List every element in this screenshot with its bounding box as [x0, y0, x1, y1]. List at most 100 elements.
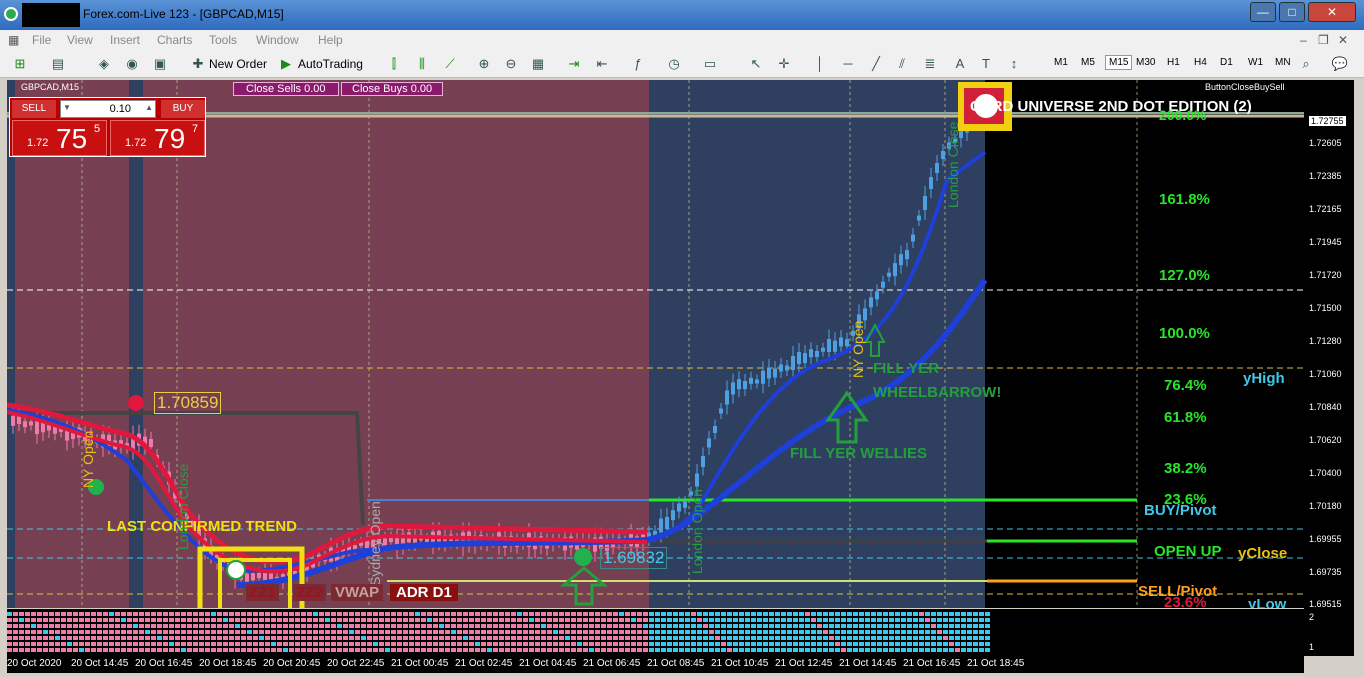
button-close-buy-sell[interactable]: ButtonCloseBuySell: [1205, 82, 1285, 92]
buy-price[interactable]: 1.72 79 7: [110, 120, 205, 156]
timeframe-h1[interactable]: H1: [1167, 57, 1180, 68]
market-watch-icon[interactable]: ◈: [96, 56, 112, 72]
cursor-icon[interactable]: ↖: [748, 56, 764, 72]
menu-insert[interactable]: Insert: [110, 33, 140, 47]
zoom-out-icon[interactable]: ⊖: [503, 56, 519, 72]
indicator-cell: [613, 618, 618, 622]
new-order-button[interactable]: New Order: [209, 54, 267, 74]
timeframe-h4[interactable]: H4: [1194, 57, 1207, 68]
indicator-cell: [79, 630, 84, 634]
buy-button[interactable]: BUY: [161, 100, 205, 118]
menu-view[interactable]: View: [67, 33, 93, 47]
autoscroll-icon[interactable]: ⇥: [566, 56, 582, 72]
menu-tools[interactable]: Tools: [209, 33, 237, 47]
indicator-cell: [115, 624, 120, 628]
indicator-cell: [703, 636, 708, 640]
price-chart[interactable]: GBPCAD,M15 Close Sells 0.00 Close Buys 0…: [7, 80, 1304, 608]
indicator-cell: [793, 648, 798, 652]
timeframe-mn[interactable]: MN: [1275, 57, 1291, 68]
vwap-button[interactable]: VWAP: [331, 584, 384, 601]
child-close-button[interactable]: ✕: [1338, 33, 1348, 47]
timeframe-m30[interactable]: M30: [1136, 57, 1155, 68]
crosshair-icon[interactable]: ✛: [776, 56, 792, 72]
menu-help[interactable]: Help: [318, 33, 343, 47]
indicator-cell: [187, 642, 192, 646]
indicator-cell: [901, 612, 906, 616]
indicator-cell: [709, 618, 714, 622]
close-buys-button[interactable]: Close Buys 0.00: [341, 82, 444, 96]
templates-icon[interactable]: ▭: [702, 56, 718, 72]
lot-size-input[interactable]: ▼ 0.10 ▲: [60, 100, 156, 118]
timeframe-w1[interactable]: W1: [1248, 57, 1263, 68]
indicator-cell: [559, 642, 564, 646]
menu-window[interactable]: Window: [256, 33, 299, 47]
fibonacci-icon[interactable]: ≣: [922, 56, 938, 72]
zz1-button[interactable]: ZZ1: [246, 584, 279, 601]
indicator-cell: [37, 630, 42, 634]
child-restore-button[interactable]: ❐: [1318, 33, 1329, 47]
bar-chart-icon[interactable]: ⫿: [386, 56, 402, 72]
indicators-icon[interactable]: ƒ: [630, 56, 646, 72]
indicator-cell: [397, 612, 402, 616]
indicator-cell: [877, 612, 882, 616]
close-sells-button[interactable]: Close Sells 0.00: [233, 82, 339, 96]
indicator-cell: [379, 636, 384, 640]
timeframe-m15[interactable]: M15: [1105, 55, 1133, 70]
indicator-cell: [649, 624, 654, 628]
autotrading-button[interactable]: AutoTrading: [298, 54, 363, 74]
indicator-cell: [925, 630, 930, 634]
text-icon[interactable]: A: [952, 56, 968, 72]
profiles-icon[interactable]: ▤: [50, 56, 66, 72]
navigator-icon[interactable]: ▣: [152, 56, 168, 72]
chat-icon[interactable]: 💬: [1326, 56, 1354, 72]
indicator-cell: [103, 630, 108, 634]
indicator-cell: [127, 624, 132, 628]
new-chart-icon[interactable]: ⊞: [12, 56, 28, 72]
timeframe-d1[interactable]: D1: [1220, 57, 1233, 68]
equidistant-channel-icon[interactable]: ⫽: [894, 56, 910, 72]
timeframe-m5[interactable]: M5: [1081, 57, 1095, 68]
trendline-icon[interactable]: ╱: [868, 56, 884, 72]
vertical-scrollbar[interactable]: [1354, 80, 1364, 677]
sell-price[interactable]: 1.72 75 5: [12, 120, 107, 156]
chart-shift-icon[interactable]: ⇤: [594, 56, 610, 72]
text-label-icon[interactable]: T: [978, 56, 994, 72]
candle-chart-icon[interactable]: ⫼: [414, 56, 430, 72]
horizontal-line-icon[interactable]: ─: [840, 56, 856, 72]
indicator-subwindow[interactable]: [7, 609, 1304, 655]
zoom-in-icon[interactable]: ⊕: [476, 56, 492, 72]
indicator-cell: [793, 624, 798, 628]
vertical-line-icon[interactable]: │: [812, 56, 828, 72]
indicator-cell: [607, 648, 612, 652]
search-icon[interactable]: ⌕: [1298, 56, 1314, 72]
zz2-button[interactable]: ZZ2: [293, 584, 326, 601]
indicator-cell: [697, 642, 702, 646]
adr-d1-button[interactable]: ADR D1: [390, 584, 458, 601]
lot-up-icon[interactable]: ▲: [145, 103, 153, 112]
line-chart-icon[interactable]: ⟋: [442, 56, 458, 72]
menu-file[interactable]: File: [32, 33, 51, 47]
timeframe-m1[interactable]: M1: [1054, 57, 1068, 68]
sell-button[interactable]: SELL: [12, 100, 56, 118]
price-tick: 1.71720: [1309, 270, 1342, 280]
autotrading-icon[interactable]: ▶: [278, 56, 294, 72]
minimize-button[interactable]: —: [1250, 2, 1276, 22]
lot-down-icon[interactable]: ▼: [63, 103, 71, 112]
data-window-icon[interactable]: ◉: [124, 56, 140, 72]
indicator-cell: [607, 636, 612, 640]
indicator-cell: [841, 630, 846, 634]
indicator-cell: [193, 642, 198, 646]
indicator-cell: [889, 612, 894, 616]
maximize-button[interactable]: □: [1279, 2, 1305, 22]
new-order-icon[interactable]: ✚: [190, 56, 206, 72]
child-minimize-button[interactable]: ‒: [1300, 33, 1307, 47]
close-button[interactable]: ✕: [1308, 2, 1356, 22]
tile-icon[interactable]: ▦: [530, 56, 546, 72]
arrows-icon[interactable]: ↕: [1006, 56, 1022, 72]
periods-icon[interactable]: ◷: [666, 56, 682, 72]
menu-charts[interactable]: Charts: [157, 33, 192, 47]
indicator-cell: [853, 612, 858, 616]
indicator-cell: [559, 612, 564, 616]
time-tick: 20 Oct 18:45: [199, 658, 257, 669]
indicator-cell: [79, 618, 84, 622]
